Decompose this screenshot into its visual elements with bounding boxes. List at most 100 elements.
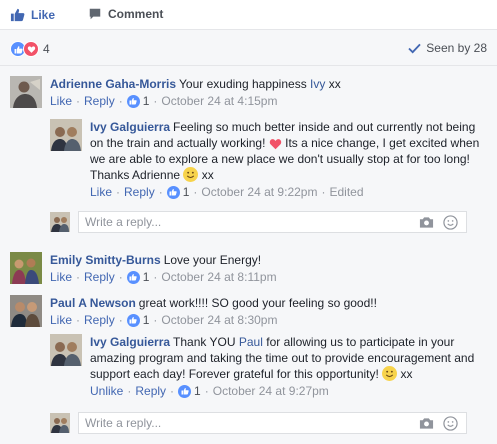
comment-meta: Like · Reply · 1 · October 24 at 4:15pm: [50, 93, 341, 109]
unlike-link[interactable]: Unlike: [90, 383, 123, 399]
comment: Adrienne Gaha-Morris Your exuding happine…: [10, 76, 341, 109]
reply-input[interactable]: [79, 413, 399, 433]
reply-comment: Ivy Galguierra Thank YOU Paul for allowin…: [50, 334, 490, 399]
comment-body: Thank YOU: [173, 335, 236, 349]
reply-link[interactable]: Reply: [124, 184, 155, 200]
separator: ·: [158, 185, 163, 199]
like-count-icon: [178, 384, 192, 398]
comment-author[interactable]: Ivy Galguierra: [90, 335, 170, 349]
separator: ·: [76, 270, 81, 284]
camera-icon[interactable]: [419, 416, 434, 430]
comment-timestamp[interactable]: October 24 at 8:30pm: [161, 312, 277, 328]
separator: ·: [118, 313, 123, 327]
avatar[interactable]: [10, 295, 42, 327]
comment-text: Ivy Galguierra Thank YOU Paul for allowin…: [90, 334, 490, 382]
emoji-picker-icon[interactable]: [443, 416, 458, 431]
camera-icon[interactable]: [419, 215, 434, 229]
comment-body: Its a nice change, I get: [281, 136, 406, 150]
comment-body: for allowing us to participate in your: [262, 335, 455, 349]
emoji-picker-icon[interactable]: [443, 215, 458, 230]
comment-action-label: Comment: [108, 7, 164, 21]
separator: ·: [118, 270, 123, 284]
avatar[interactable]: [50, 119, 82, 151]
avatar[interactable]: [50, 334, 82, 366]
comment-timestamp[interactable]: October 24 at 8:11pm: [161, 269, 276, 285]
reply-composer: [50, 412, 467, 434]
comment-bubble-icon: [89, 8, 101, 20]
like-action-label: Like: [31, 7, 56, 22]
like-count-icon: [126, 270, 140, 284]
edited-label[interactable]: Edited: [329, 184, 363, 200]
comment-body-end: xx: [325, 77, 341, 91]
reply-composer: [50, 211, 467, 233]
like-link[interactable]: Like: [50, 312, 72, 328]
reactions-link[interactable]: 4: [10, 41, 50, 57]
like-action-button[interactable]: Like: [10, 7, 55, 22]
comment-timestamp[interactable]: October 24 at 9:27pm: [213, 383, 329, 399]
avatar[interactable]: [10, 252, 42, 284]
checkmark-icon: [408, 43, 421, 53]
comment-author[interactable]: Emily Smitty-Burns: [50, 253, 161, 267]
comment-body: xx: [198, 168, 214, 182]
separator: ·: [76, 94, 81, 108]
comment-body: xx: [397, 367, 413, 381]
comment-meta: Like · Reply · 1 · October 24 at 8:30pm: [50, 312, 377, 328]
separator: ·: [193, 185, 198, 199]
separator: ·: [153, 94, 158, 108]
reply-comment: Ivy Galguierra Feeling so much better ins…: [50, 119, 490, 200]
comment-text: Adrienne Gaha-Morris Your exuding happine…: [50, 76, 341, 92]
like-count[interactable]: 1: [143, 93, 150, 109]
separator: ·: [153, 270, 158, 284]
like-link[interactable]: Like: [50, 93, 72, 109]
reply-input[interactable]: [79, 212, 399, 232]
reply-link[interactable]: Reply: [84, 93, 115, 109]
like-link[interactable]: Like: [50, 269, 72, 285]
seen-by-label: Seen by 28: [426, 41, 487, 55]
avatar: [50, 413, 70, 433]
like-count[interactable]: 1: [183, 184, 190, 200]
comment-body: great work!!!! SO good your feeling so g…: [138, 296, 377, 310]
reply-input-box: [78, 211, 467, 233]
love-reaction-icon: [23, 41, 39, 57]
reaction-count: 4: [43, 42, 50, 56]
smiley-emoji-icon: [382, 366, 398, 381]
separator: ·: [321, 185, 326, 199]
comment-meta: Like · Reply · 1 · October 24 at 8:11pm: [50, 269, 277, 285]
comment-meta: Unlike · Reply · 1 · October 24 at 9:27p…: [90, 383, 490, 399]
mention-link[interactable]: Paul: [239, 335, 263, 349]
comment-text: Paul A Newson great work!!!! SO good your…: [50, 295, 377, 311]
comment-timestamp[interactable]: October 24 at 9:22pm: [201, 184, 317, 200]
post-action-bar: Like Comment: [0, 0, 497, 30]
comment-text: Emily Smitty-Burns Love your Energy!: [50, 252, 277, 268]
separator: ·: [153, 313, 158, 327]
comment-meta: Like · Reply · 1 · October 24 at 9:22pm …: [90, 184, 490, 200]
comment-action-button[interactable]: Comment: [88, 7, 163, 21]
comment-author[interactable]: Ivy Galguierra: [90, 120, 170, 134]
separator: ·: [127, 384, 132, 398]
comment: Paul A Newson great work!!!! SO good your…: [10, 295, 377, 328]
smiley-emoji-icon: [183, 167, 199, 182]
like-count[interactable]: 1: [143, 269, 150, 285]
avatar: [50, 212, 70, 232]
avatar[interactable]: [10, 76, 42, 108]
reply-link[interactable]: Reply: [84, 269, 115, 285]
comment-body: Your exuding happiness: [179, 77, 307, 91]
like-count[interactable]: 1: [194, 383, 201, 399]
separator: ·: [116, 185, 121, 199]
like-count-icon: [126, 94, 140, 108]
seen-by[interactable]: Seen by 28: [408, 41, 487, 55]
reply-link[interactable]: Reply: [84, 312, 115, 328]
separator: ·: [170, 384, 175, 398]
mention-link[interactable]: Ivy: [310, 77, 325, 91]
like-count[interactable]: 1: [143, 312, 150, 328]
comment-timestamp[interactable]: October 24 at 4:15pm: [161, 93, 277, 109]
heart-emoji-icon: [269, 138, 281, 150]
reply-link[interactable]: Reply: [135, 383, 166, 399]
like-link[interactable]: Like: [90, 184, 112, 200]
comment-body: Love your Energy!: [163, 253, 262, 267]
comment-author[interactable]: Paul A Newson: [50, 296, 136, 310]
comment-author[interactable]: Adrienne Gaha-Morris: [50, 77, 176, 91]
comment-text: Ivy Galguierra Feeling so much better ins…: [90, 119, 490, 183]
like-count-icon: [126, 313, 140, 327]
reactions-summary: 4 Seen by 28: [0, 30, 497, 66]
